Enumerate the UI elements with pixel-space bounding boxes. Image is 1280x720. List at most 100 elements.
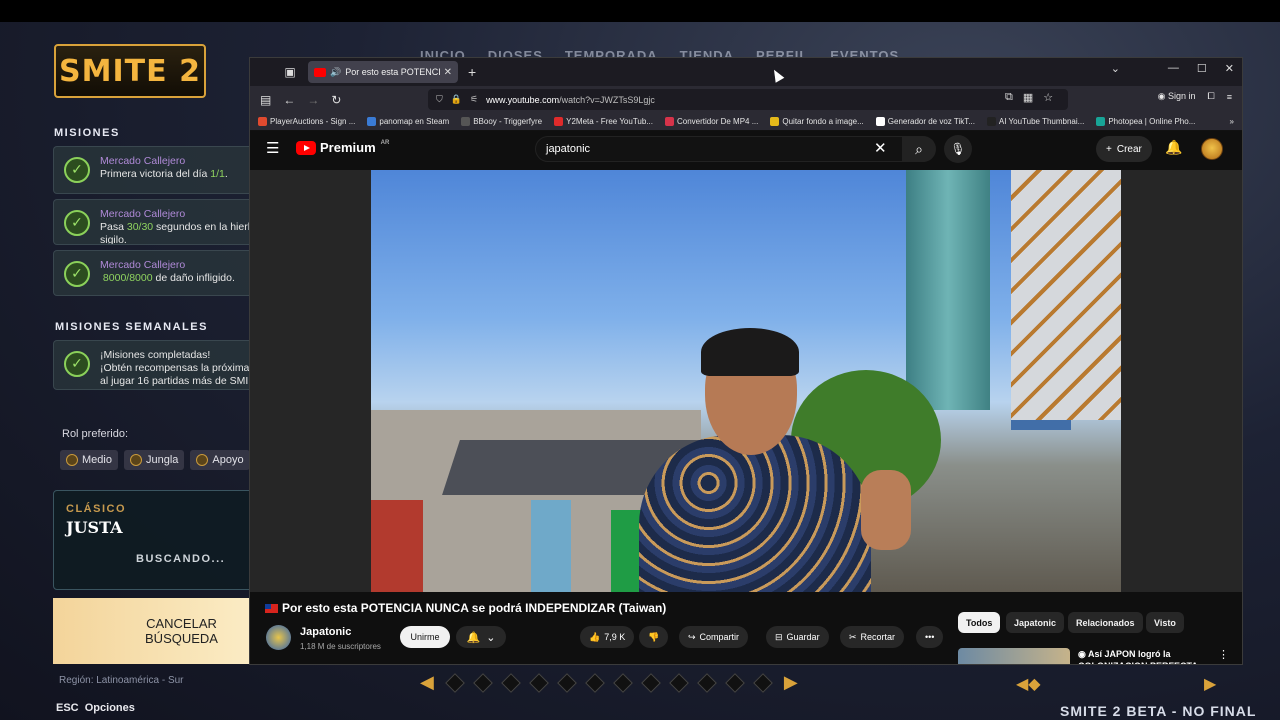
notifications-bell-icon[interactable]: 🔔 [1165,139,1182,156]
share-button[interactable]: ↪ Compartir [679,626,749,648]
menu-icon[interactable]: ≡ [1227,92,1232,102]
role-label: Rol preferido: [62,428,129,440]
microphone-icon[interactable]: 🎙 [944,135,972,163]
bookmark-item[interactable]: Generador de voz TikT... [875,117,975,126]
bookmark-favicon-icon [1096,117,1106,126]
bookmark-item[interactable]: Y2Meta - Free YouTub... [554,117,653,126]
sidebar-icon[interactable]: ▤ [260,93,271,107]
filter-japatonic[interactable]: Japatonic [1006,612,1065,633]
carousel-slot[interactable] [500,672,521,693]
lock-icon[interactable]: 🔒 [451,94,462,105]
minimize-icon[interactable]: — [1168,62,1179,75]
carousel-slot[interactable] [696,672,717,693]
esc-options[interactable]: ESC Opciones [56,702,135,714]
esc-key-label: ESC [56,702,79,714]
skin-next-icon[interactable]: ▶ [1204,674,1216,694]
tab-overview-icon[interactable]: ▣ [278,62,302,82]
tab-title: Por esto esta POTENCIA [345,67,440,77]
video-title-text: Por esto esta POTENCIA NUNCA se podrá IN… [282,601,667,615]
speaker-icon[interactable]: 🔊 [330,67,341,78]
bookmark-item[interactable]: AI YouTube Thumbnai... [986,117,1085,126]
active-tab[interactable]: 🔊 Por esto esta POTENCIA ✕ [308,61,458,83]
bookmark-item[interactable]: PlayerAuctions - Sign ... [258,117,355,126]
carousel-slot[interactable] [752,672,773,693]
clip-button[interactable]: ✂ Recortar [840,626,905,648]
more-actions-button[interactable]: ••• [916,626,944,648]
url-bar[interactable]: ⛉ 🔒 ⚟ www.youtube.com/watch?v=JWZTsS9Lgj… [428,89,1068,110]
carousel-slot[interactable] [472,672,493,693]
tab-list-chevron-icon[interactable]: ⌄ [1111,62,1120,75]
forward-icon[interactable]: → [307,93,319,107]
carousel-slot[interactable] [612,672,633,693]
pip-icon[interactable]: ⧉ [1005,91,1013,104]
carousel-next-icon[interactable]: ▶ [784,672,798,693]
shield-icon[interactable]: ⛉ [436,94,443,105]
sign-in-button[interactable]: ◉ Sign in [1158,91,1196,102]
carousel-slot[interactable] [584,672,605,693]
save-button[interactable]: ⊟ Guardar [766,626,829,648]
channel-avatar[interactable] [266,625,291,650]
back-icon[interactable]: ← [283,93,295,107]
tab-close-icon[interactable]: ✕ [444,67,452,78]
bookmark-favicon-icon [875,117,885,126]
recommended-more-icon[interactable]: ⋮ [1218,648,1229,661]
bookmark-favicon-icon [986,117,996,126]
youtube-logo[interactable]: Premium AR [296,140,389,155]
carousel-slot[interactable] [444,672,465,693]
video-player[interactable] [250,170,1242,592]
carousel-prev-icon[interactable]: ◀ [420,672,434,693]
god-carousel: ◀ ▶ [420,672,798,693]
bookmark-favicon-icon [367,117,377,126]
recommended-thumbnail[interactable] [958,648,1070,664]
bookmark-item[interactable]: Quitar fondo a image... [770,117,864,126]
video-scene-person-hair [701,328,799,376]
save-label: Guardar [786,632,820,642]
filter-todos[interactable]: Todos [958,612,1001,633]
create-button[interactable]: + Crear [1096,136,1152,162]
maximize-icon[interactable]: ☐ [1197,62,1207,75]
skin-prev-icon[interactable]: ◀◆ [1016,674,1041,694]
close-window-icon[interactable]: ✕ [1225,62,1234,75]
bookmark-item[interactable]: BBooy - Triggerfyre [461,117,542,126]
carousel-slot[interactable] [640,672,661,693]
subscription-bell-button[interactable]: 🔔 ⌄ [456,626,506,648]
tab-bar: ▣ 🔊 Por esto esta POTENCIA ✕ + ⌄ — ☐ ✕ [250,58,1242,86]
avatar[interactable] [1201,138,1223,160]
carousel-slot[interactable] [556,672,577,693]
like-button[interactable]: 👍 7,9 K [580,626,635,648]
permissions-icon[interactable]: ⚟ [470,94,478,105]
share-icon: ↪ [688,631,696,642]
youtube-header: ☰ Premium AR japatonic ✕ ⌕ 🎙 + Crear 🔔 [250,131,1242,166]
join-button[interactable]: Unirme [400,626,450,648]
mid-role-icon [66,454,78,466]
role-chip-jungla[interactable]: Jungla [123,450,185,470]
bookmark-label: AI YouTube Thumbnai... [998,117,1085,126]
filter-visto[interactable]: Visto [1146,612,1184,633]
bookmarks-overflow-icon[interactable]: » [1230,117,1234,126]
dislike-button[interactable]: 👎 [639,626,669,648]
new-tab-icon[interactable]: + [468,64,476,80]
role-chip-apoyo[interactable]: Apoyo [190,450,250,470]
filter-relacionados[interactable]: Relacionados [1068,612,1143,633]
cancel-search-button[interactable]: CANCELAR BÚSQUEDA [53,598,253,664]
recommended-title[interactable]: ◉ Así JAPON logró la COLONIZACION PERFEC… [1078,648,1218,664]
bookmark-label: panomap en Steam [379,117,450,126]
url-actions: ⧉ ▦ ☆ [1005,91,1053,104]
carousel-slot[interactable] [724,672,745,693]
bookmark-item[interactable]: Convertidor De MP4 ... [665,117,758,126]
video-frame[interactable] [371,170,1121,592]
bookmark-item[interactable]: panomap en Steam [367,117,449,126]
bookmark-star-icon[interactable]: ☆ [1043,91,1053,104]
reload-icon[interactable]: ↻ [331,93,341,107]
channel-name[interactable]: Japatonic [300,626,351,638]
carousel-slot[interactable] [668,672,689,693]
search-icon[interactable]: ⌕ [902,136,936,162]
carousel-slot[interactable] [528,672,549,693]
extensions-icon[interactable]: ⧠ [1208,91,1215,102]
clear-search-icon[interactable]: ✕ [874,139,887,157]
video-scene-person-shirt [639,435,871,592]
role-chip-medio[interactable]: Medio [60,450,118,470]
hamburger-menu-icon[interactable]: ☰ [266,139,279,157]
reader-icon[interactable]: ▦ [1023,91,1033,104]
bookmark-item[interactable]: Photopea | Online Pho... [1096,117,1195,126]
